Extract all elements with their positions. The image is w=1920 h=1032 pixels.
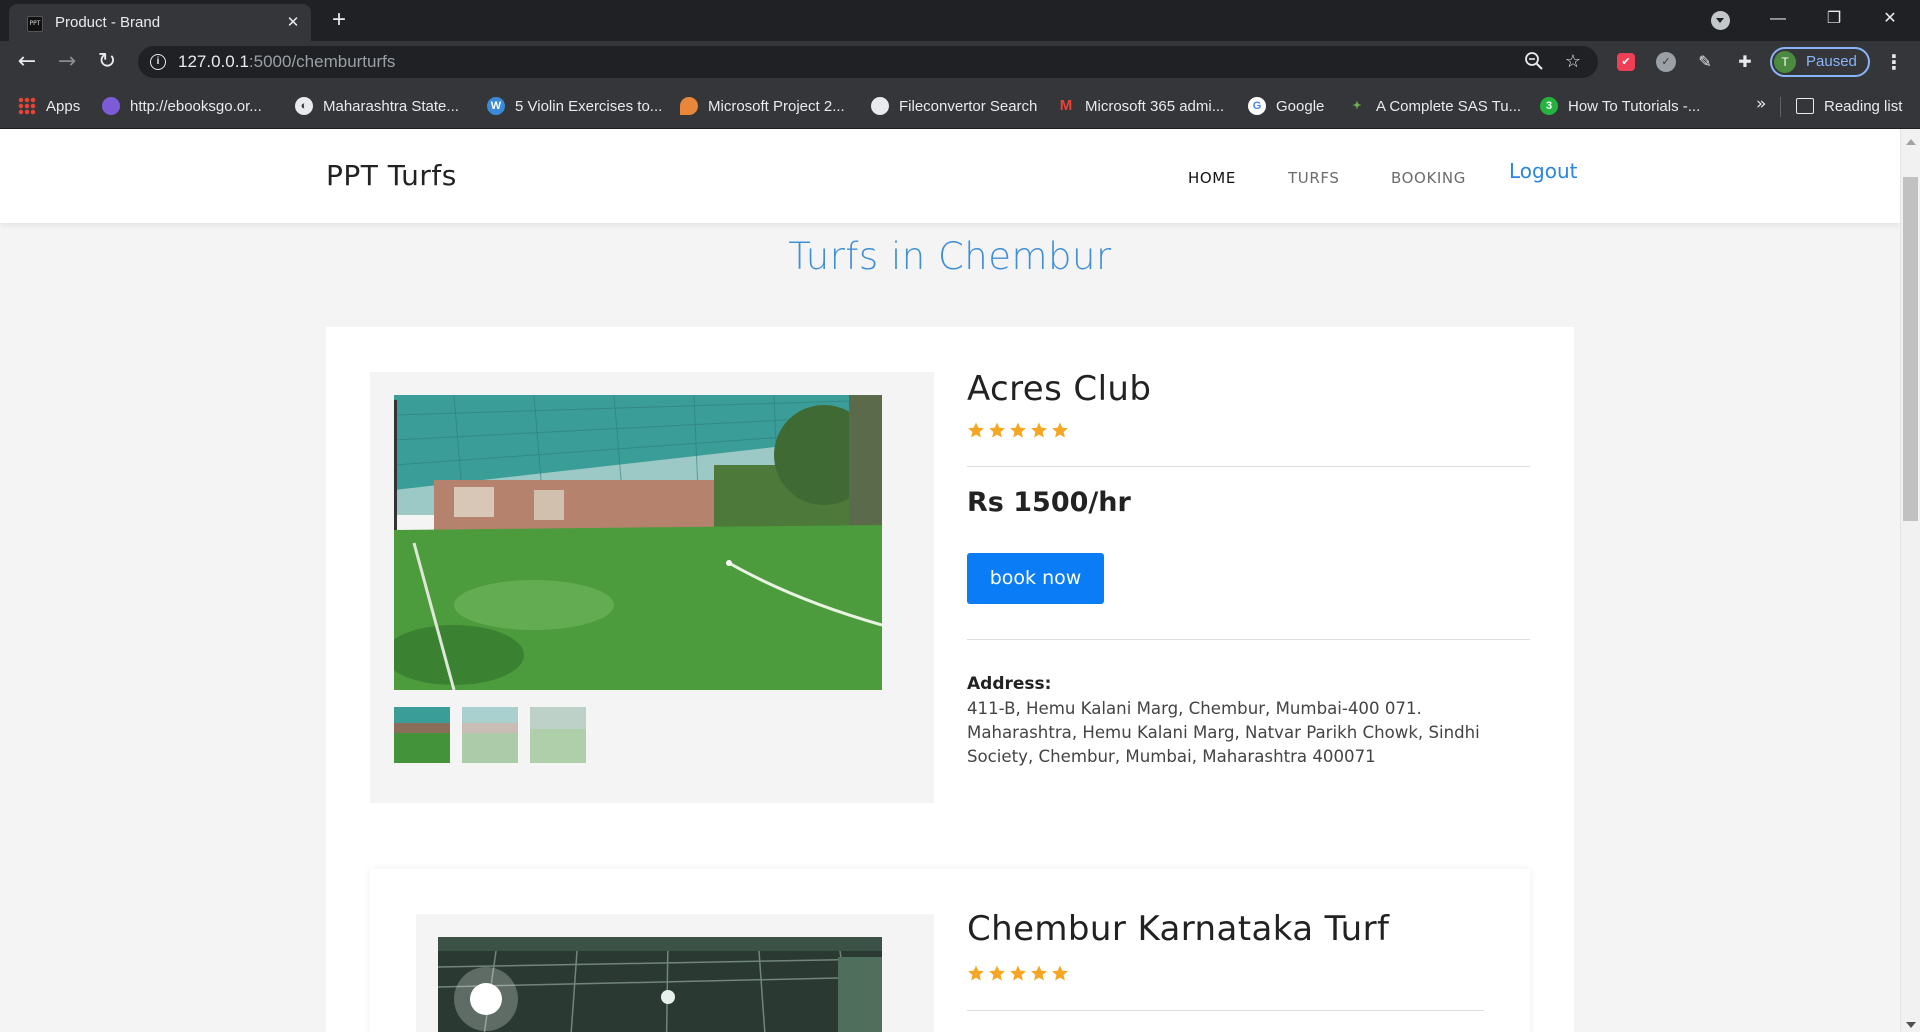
reload-icon[interactable]: ↻ [92, 47, 122, 77]
bookmarks-overflow-icon[interactable]: » [1756, 94, 1766, 114]
tab-search-icon[interactable] [1711, 11, 1730, 30]
page-title: Turfs in Chembur [788, 235, 1112, 278]
turf-main-image[interactable] [438, 937, 882, 1032]
bookmark-apps[interactable]: Apps [18, 94, 80, 118]
bookmark-item[interactable]: Microsoft Project 2... [680, 94, 845, 118]
address-label: Address: [967, 674, 1052, 694]
scrollbar-thumb[interactable] [1903, 177, 1918, 521]
profile-status: Paused [1806, 53, 1857, 70]
window-minimize-button[interactable]: — [1750, 0, 1806, 38]
star-icon [1009, 421, 1027, 439]
ebooksgo-icon [102, 97, 120, 115]
turf-rating [967, 421, 1069, 439]
turf-rating [967, 964, 1069, 982]
star-icon [1051, 964, 1069, 982]
logout-link[interactable]: Logout [1509, 159, 1577, 183]
wordpress-icon: W [487, 97, 505, 115]
browser-menu-icon[interactable]: ⋮ [1884, 47, 1904, 77]
bookmark-item[interactable]: http://ebooksgo.or... [102, 94, 262, 118]
site-brand[interactable]: PPT Turfs [326, 159, 457, 192]
divider [967, 466, 1530, 467]
new-tab-button[interactable]: + [325, 6, 353, 34]
site-info-icon[interactable]: i [150, 54, 166, 70]
globe-icon: ◐ [295, 97, 313, 115]
extension-icon[interactable]: ✓ [1656, 52, 1676, 72]
book-now-button[interactable]: book now [967, 553, 1104, 604]
divider [967, 639, 1530, 640]
turf-main-image[interactable] [394, 395, 882, 690]
site-navbar: PPT Turfs HOME TURFS BOOKING Logout [0, 129, 1900, 223]
bookmark-star-icon[interactable]: ☆ [1562, 51, 1584, 73]
tab-close-icon[interactable]: ✕ [283, 12, 303, 32]
profile-avatar: T [1774, 51, 1796, 73]
bookmark-item[interactable]: G Google [1248, 94, 1324, 118]
bookmark-item[interactable]: Fileconvertor Search [871, 94, 1037, 118]
nav-booking[interactable]: BOOKING [1391, 169, 1466, 187]
bookmark-item[interactable]: ◐ Maharashtra State... [295, 94, 459, 118]
turf-thumbnail[interactable] [462, 707, 518, 763]
browser-tab-strip: PPT Product - Brand ✕ + — ❐ ✕ [0, 0, 1920, 41]
google-icon: G [1248, 97, 1266, 115]
page-viewport: PPT Turfs HOME TURFS BOOKING Logout Turf… [0, 129, 1900, 1032]
browser-tab[interactable]: PPT Product - Brand ✕ [9, 4, 311, 41]
location-pin-icon [680, 97, 698, 115]
sas-icon: ✦ [1352, 100, 1362, 112]
window-restore-button[interactable]: ❐ [1806, 0, 1862, 38]
tab-favicon-icon: PPT [27, 16, 43, 32]
extensions-puzzle-icon[interactable]: ✚ [1734, 51, 1756, 73]
turf-name: Chembur Karnataka Turf [967, 909, 1390, 949]
bookmarks-separator [1780, 97, 1781, 117]
divider [967, 1010, 1484, 1011]
nav-turfs[interactable]: TURFS [1288, 169, 1339, 187]
pocket-extension-icon[interactable]: ✔ [1617, 53, 1635, 71]
turf-card: Acres Club Rs 1500/hr book now Address: … [326, 327, 1574, 805]
turf-thumbnail[interactable] [530, 707, 586, 763]
gmail-icon: M [1059, 97, 1073, 114]
reading-list-icon [1796, 98, 1814, 114]
turf-list-container: Acres Club Rs 1500/hr book now Address: … [326, 327, 1574, 1032]
bookmark-item[interactable]: W 5 Violin Exercises to... [487, 94, 662, 118]
color-picker-extension-icon[interactable]: ✎ [1694, 51, 1716, 73]
bookmark-item[interactable]: ✦ A Complete SAS Tu... [1348, 94, 1521, 118]
address-bar[interactable]: i 127.0.0.1:5000/chemburturfs ☆ [138, 46, 1598, 78]
forward-arrow-icon[interactable]: → [52, 47, 82, 77]
turf-gallery [416, 914, 934, 1032]
page-scrollbar[interactable] [1900, 129, 1920, 1032]
bookmark-item[interactable]: M Microsoft 365 admi... [1057, 94, 1224, 118]
star-icon [1051, 421, 1069, 439]
turf-price: Rs 1500/hr [967, 487, 1131, 518]
zoom-icon[interactable] [1523, 51, 1545, 73]
window-close-button[interactable]: ✕ [1862, 0, 1918, 38]
bookmark-item[interactable]: 3 How To Tutorials -... [1540, 94, 1700, 118]
turf-name: Acres Club [967, 369, 1152, 409]
star-icon [1030, 421, 1048, 439]
star-icon [967, 964, 985, 982]
github-icon [871, 97, 889, 115]
turf-address: 411-B, Hemu Kalani Marg, Chembur, Mumbai… [967, 699, 1480, 766]
star-icon [1009, 964, 1027, 982]
turf-card: Chembur Karnataka Turf [370, 869, 1530, 1032]
nav-home[interactable]: HOME [1188, 169, 1236, 187]
back-arrow-icon[interactable]: ← [12, 47, 42, 77]
bookmarks-bar: Apps http://ebooksgo.or... ◐ Maharashtra… [0, 83, 1920, 129]
turf-thumbnail[interactable] [394, 707, 450, 763]
profile-button[interactable]: T Paused [1770, 47, 1870, 77]
apps-grid-icon [18, 97, 36, 115]
reading-list-button[interactable]: Reading list [1796, 94, 1902, 118]
star-icon [1030, 964, 1048, 982]
url-text[interactable]: 127.0.0.1:5000/chemburturfs [178, 52, 395, 72]
star-icon [967, 421, 985, 439]
star-icon [988, 421, 1006, 439]
scroll-down-icon[interactable] [1906, 1022, 1916, 1028]
browser-toolbar: ← → ↻ i 127.0.0.1:5000/chemburturfs ☆ ✔ … [0, 41, 1920, 83]
tab-title: Product - Brand [55, 14, 161, 31]
turf-gallery [370, 372, 934, 803]
scroll-up-icon[interactable] [1906, 139, 1916, 145]
whatsapp-icon: 3 [1540, 97, 1558, 115]
star-icon [988, 964, 1006, 982]
